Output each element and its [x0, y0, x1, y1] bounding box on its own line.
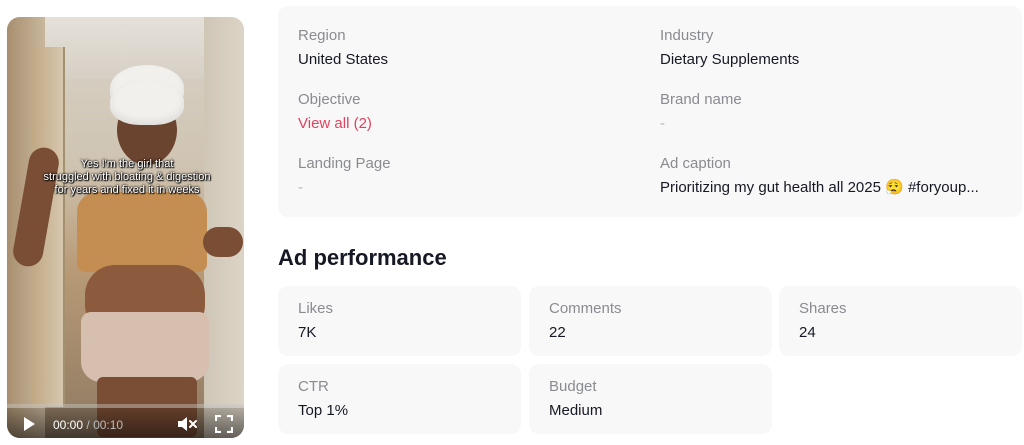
likes-label: Likes [298, 300, 334, 317]
ctr-metric-card: CTR Top 1% [278, 364, 521, 434]
industry-value: Dietary Supplements [660, 51, 800, 68]
landing-page-value: - [298, 179, 303, 196]
video-controls: 00:00 / 00:10 [7, 404, 244, 438]
video-caption-line: for years and fixed it in weeks [54, 184, 200, 196]
region-value: United States [298, 51, 389, 68]
shares-label: Shares [799, 300, 847, 317]
objective-view-all-link[interactable]: View all (2) [298, 115, 372, 133]
video-time-separator: / [86, 418, 90, 432]
video-progress-bar[interactable] [7, 404, 244, 408]
budget-label: Budget [549, 378, 597, 395]
budget-metric-card: Budget Medium [529, 364, 772, 434]
industry-label: Industry [660, 27, 714, 44]
ad-info-card: Region United States Industry Dietary Su… [278, 6, 1022, 217]
video-duration: 00:10 [93, 418, 124, 432]
video-caption-overlay: Yes I'm the girl that struggled with blo… [17, 158, 237, 197]
budget-value: Medium [549, 402, 603, 419]
region-label: Region [298, 27, 346, 44]
play-icon[interactable] [21, 416, 37, 432]
video-frame-torso [77, 192, 207, 272]
brand-name-label: Brand name [660, 91, 742, 108]
ad-caption-value: Prioritizing my gut health all 2025 😮‍💨 … [660, 179, 979, 196]
fullscreen-icon[interactable] [215, 415, 233, 433]
shares-value: 24 [799, 324, 816, 341]
mute-icon[interactable] [177, 416, 197, 432]
video-time: 00:00 / 00:10 [53, 418, 123, 432]
brand-name-value: - [660, 115, 665, 132]
landing-page-field: Landing Page - [298, 155, 391, 197]
comments-label: Comments [549, 300, 622, 317]
objective-field: Objective View all (2) [298, 91, 372, 133]
comments-value: 22 [549, 324, 566, 341]
video-current-time: 00:00 [53, 418, 84, 432]
ad-caption-field: Ad caption Prioritizing my gut health al… [660, 155, 979, 197]
ad-performance-title: Ad performance [278, 245, 447, 270]
brand-name-field: Brand name - [660, 91, 742, 133]
ad-video-player[interactable]: Yes I'm the girl that struggled with blo… [7, 17, 244, 438]
shares-metric-card: Shares 24 [779, 286, 1022, 356]
video-frame-shorts [81, 312, 209, 382]
landing-page-label: Landing Page [298, 155, 391, 172]
comments-metric-card: Comments 22 [529, 286, 772, 356]
likes-value: 7K [298, 324, 317, 341]
video-frame-arm-right [203, 227, 243, 257]
objective-label: Objective [298, 91, 361, 108]
video-frame-cap-top [110, 79, 184, 125]
ctr-label: CTR [298, 378, 329, 395]
video-caption-line: struggled with bloating & digestion [43, 171, 211, 183]
video-caption-line: Yes I'm the girl that [80, 158, 174, 170]
ctr-value: Top 1% [298, 402, 349, 419]
industry-field: Industry Dietary Supplements [660, 27, 799, 69]
region-field: Region United States [298, 27, 388, 69]
likes-metric-card: Likes 7K [278, 286, 521, 356]
ad-caption-label: Ad caption [660, 155, 731, 172]
